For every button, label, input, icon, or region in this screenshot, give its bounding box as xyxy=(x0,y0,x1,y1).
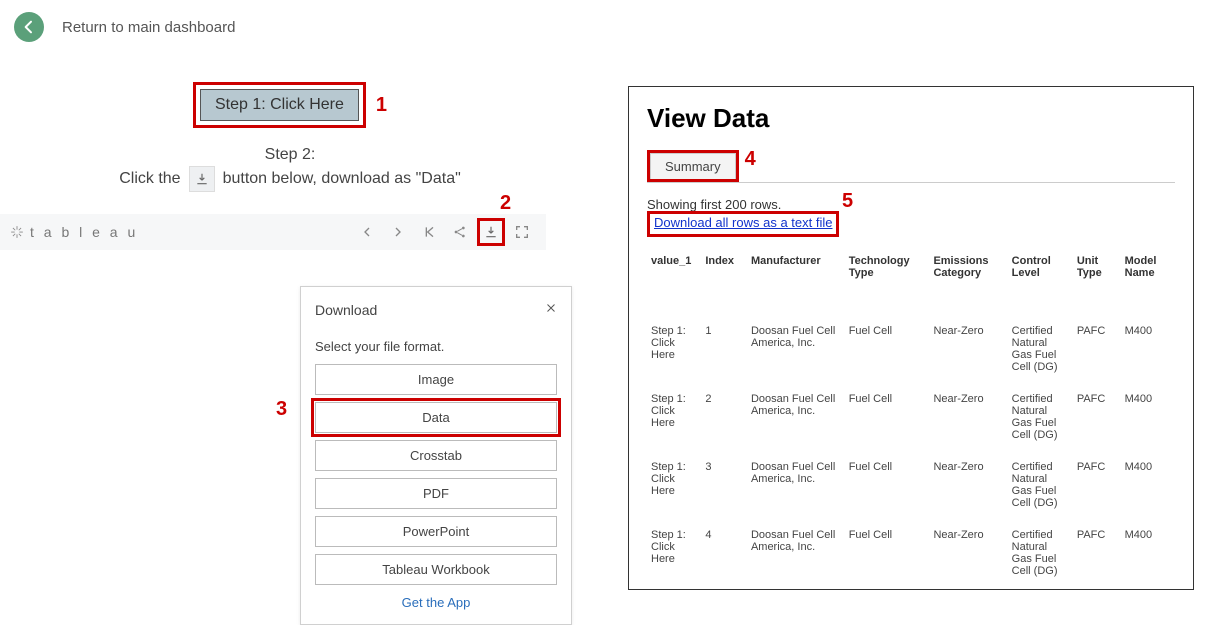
col-control: Control Level xyxy=(1008,251,1073,287)
redo-button[interactable] xyxy=(384,218,412,246)
data-table: value_1 Index Manufacturer Technology Ty… xyxy=(647,251,1175,583)
step2-line1: Step 2: xyxy=(0,146,580,164)
annotation-4: 4 xyxy=(745,148,756,182)
col-unit: Unit Type xyxy=(1073,251,1121,287)
return-link[interactable]: Return to main dashboard xyxy=(62,19,235,36)
annotation-1: 1 xyxy=(376,94,387,117)
arrow-right-icon xyxy=(390,224,406,240)
step2-prefix: Click the xyxy=(119,170,180,188)
col-emissions: Emissions Category xyxy=(929,251,1007,287)
arrow-left-icon xyxy=(359,224,375,240)
download-icon xyxy=(195,172,209,186)
col-value1: value_1 xyxy=(647,251,701,287)
download-option-powerpoint[interactable]: PowerPoint xyxy=(315,516,557,547)
skip-left-icon xyxy=(421,224,437,240)
undo-button[interactable] xyxy=(353,218,381,246)
step2-suffix: button below, download as "Data" xyxy=(223,170,461,188)
download-icon xyxy=(484,225,498,239)
close-button[interactable] xyxy=(545,301,557,319)
annotation-3: 3 xyxy=(276,398,287,421)
col-index: Index xyxy=(701,251,747,287)
fullscreen-icon xyxy=(514,224,530,240)
annotation-box-4: Summary xyxy=(647,150,739,182)
download-subtitle: Select your file format. xyxy=(315,339,557,354)
rows-info: Showing first 200 rows. xyxy=(647,197,1175,212)
col-tech-type: Technology Type xyxy=(845,251,930,287)
download-option-data[interactable]: Data xyxy=(315,402,557,433)
tableau-logo-icon xyxy=(10,225,24,239)
step1-button[interactable]: Step 1: Click Here xyxy=(200,89,359,121)
share-icon xyxy=(452,224,468,240)
table-header-row: value_1 Index Manufacturer Technology Ty… xyxy=(647,251,1175,287)
close-icon xyxy=(545,302,557,314)
table-row: Step 1: Click Here 2 Doosan Fuel Cell Am… xyxy=(647,383,1175,451)
table-row: Step 1: Click Here 4 Doosan Fuel Cell Am… xyxy=(647,519,1175,583)
get-the-app-link[interactable]: Get the App xyxy=(315,595,557,610)
reset-button[interactable] xyxy=(415,218,443,246)
back-button[interactable] xyxy=(14,12,44,42)
annotation-box-1: Step 1: Click Here xyxy=(193,82,366,128)
tableau-logo: t a b l e a u xyxy=(10,224,138,240)
download-button[interactable] xyxy=(477,218,505,246)
annotation-box-5: Download all rows as a text file xyxy=(647,211,839,237)
download-all-rows-link[interactable]: Download all rows as a text file xyxy=(654,215,832,230)
download-option-pdf[interactable]: PDF xyxy=(315,478,557,509)
fullscreen-button[interactable] xyxy=(508,218,536,246)
view-data-panel: View Data Summary 4 Showing first 200 ro… xyxy=(628,86,1194,590)
share-button[interactable] xyxy=(446,218,474,246)
download-icon-inline xyxy=(189,166,215,192)
tab-summary[interactable]: Summary xyxy=(650,153,736,179)
annotation-5: 5 xyxy=(842,190,853,213)
download-option-workbook[interactable]: Tableau Workbook xyxy=(315,554,557,585)
col-model: Model Name xyxy=(1121,251,1175,287)
col-manufacturer: Manufacturer xyxy=(747,251,845,287)
table-row: Step 1: Click Here 1 Doosan Fuel Cell Am… xyxy=(647,315,1175,383)
table-row: Step 1: Click Here 3 Doosan Fuel Cell Am… xyxy=(647,451,1175,519)
tableau-toolbar: t a b l e a u xyxy=(0,214,546,250)
arrow-left-icon xyxy=(21,19,37,35)
download-option-image[interactable]: Image xyxy=(315,364,557,395)
download-dialog: Download Select your file format. Image … xyxy=(300,286,572,625)
download-option-crosstab[interactable]: Crosstab xyxy=(315,440,557,471)
view-data-title: View Data xyxy=(647,103,1175,134)
annotation-2: 2 xyxy=(500,192,511,215)
download-dialog-title: Download xyxy=(315,302,377,318)
